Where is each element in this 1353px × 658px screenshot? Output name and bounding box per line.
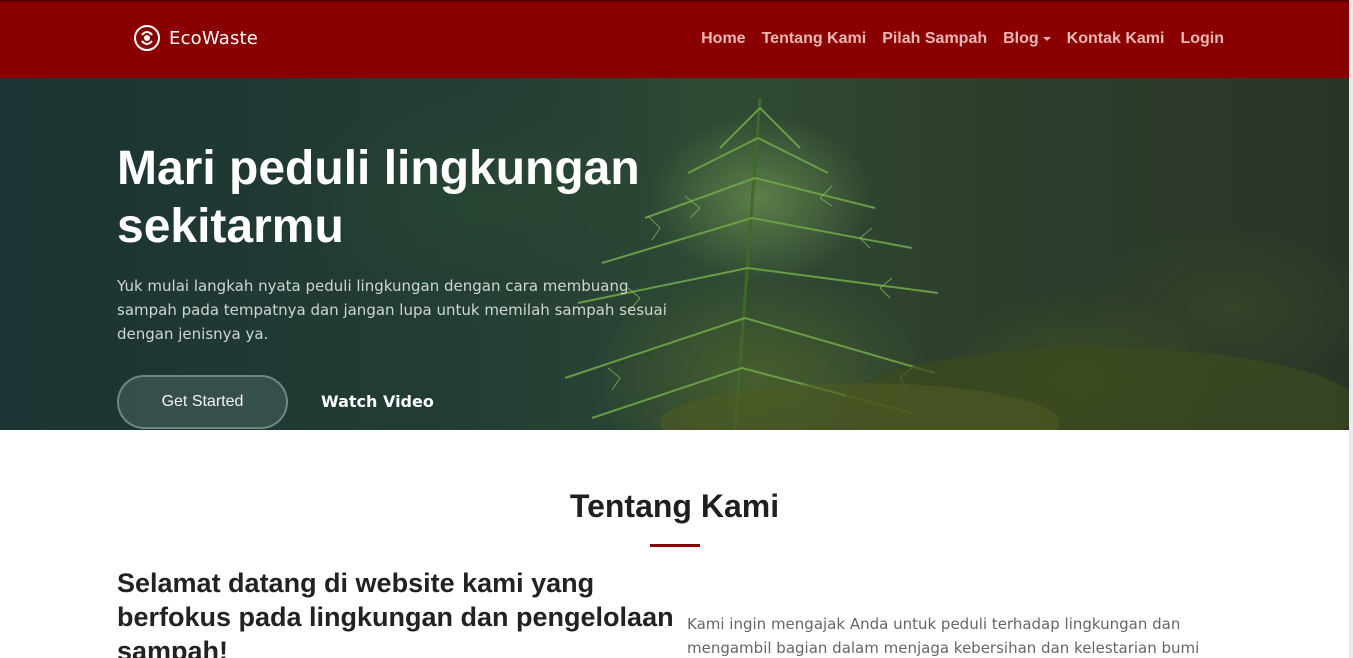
nav-login-label: Login	[1180, 30, 1224, 47]
nav-blog-dropdown[interactable]: Blog	[1003, 30, 1051, 48]
nav-kontak-kami[interactable]: Kontak Kami	[1067, 30, 1165, 48]
nav-pilah-sampah[interactable]: Pilah Sampah	[882, 30, 987, 48]
title-underline	[650, 544, 700, 547]
about-description: Kami ingin mengajak Anda untuk peduli te…	[687, 615, 1200, 657]
scrollbar[interactable]	[1349, 0, 1353, 658]
nav-blog-label: Blog	[1003, 30, 1039, 47]
nav-tentang-kami-label: Tentang Kami	[761, 30, 867, 47]
hero-section: Mari peduli lingkungan sekitarmu Yuk mul…	[0, 78, 1349, 430]
main-nav: Home Tentang Kami Pilah Sampah Blog Kont…	[701, 30, 1224, 48]
nav-tentang-kami[interactable]: Tentang Kami	[762, 30, 867, 48]
nav-pilah-sampah-label: Pilah Sampah	[882, 30, 988, 47]
brand[interactable]: EcoWaste	[133, 24, 258, 52]
nav-login[interactable]: Login	[1180, 30, 1224, 48]
nav-kontak-kami-label: Kontak Kami	[1066, 30, 1165, 47]
about-section-title: Tentang Kami	[569, 488, 780, 524]
recycle-logo-icon	[134, 25, 160, 51]
caret-down-icon	[1042, 37, 1051, 41]
nav-home[interactable]: Home	[701, 30, 745, 48]
hero-title: Mari peduli lingkungan sekitarmu	[117, 142, 640, 253]
page: EcoWaste Home Tentang Kami Pilah Sampah …	[0, 0, 1349, 658]
watch-video-button[interactable]: Watch Video	[321, 392, 434, 411]
hero-subtitle: Yuk mulai langkah nyata peduli lingkunga…	[117, 277, 667, 343]
navbar: EcoWaste Home Tentang Kami Pilah Sampah …	[0, 0, 1349, 78]
brand-name: EcoWaste	[169, 27, 259, 49]
get-started-button[interactable]: Get Started	[117, 375, 288, 429]
about-lead-heading: Selamat datang di website kami yang berf…	[117, 568, 674, 658]
nav-home-label: Home	[701, 30, 746, 47]
